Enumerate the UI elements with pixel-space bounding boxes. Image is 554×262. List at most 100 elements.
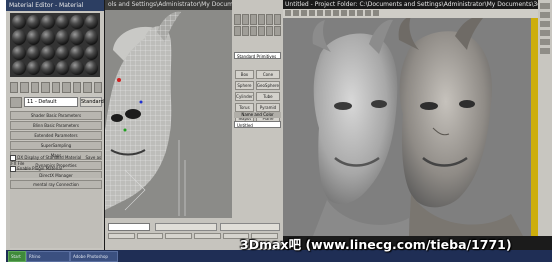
cone-button[interactable]: Cone — [255, 70, 280, 79]
lights-icon[interactable] — [250, 25, 257, 36]
rollout-blinn-basic[interactable]: Blinn Basic Parameters — [10, 121, 102, 130]
toolbar-icon[interactable] — [325, 10, 331, 16]
toolbar-icon[interactable] — [293, 10, 299, 16]
sphere-button[interactable]: Sphere — [235, 81, 254, 90]
panel-icon[interactable] — [540, 30, 550, 36]
toolbar-icon[interactable] — [357, 10, 363, 16]
material-slot[interactable] — [12, 15, 26, 30]
pyramid-button[interactable]: Pyramid — [255, 103, 280, 112]
box-button[interactable]: Box — [235, 70, 254, 79]
material-slot[interactable] — [26, 60, 40, 75]
material-slot[interactable] — [41, 30, 55, 45]
start-button[interactable]: Start — [8, 251, 26, 262]
spacewarps-icon[interactable] — [274, 25, 281, 36]
shapes-icon[interactable] — [242, 25, 249, 36]
toolbar-icon[interactable] — [301, 10, 307, 16]
material-slot[interactable] — [55, 30, 69, 45]
rollout-extended[interactable]: Extended Parameters — [10, 131, 102, 140]
material-editor-window: Material Editor - Material 11 - Default … — [6, 0, 104, 250]
primitive-type-dropdown[interactable]: Standard Primitives — [234, 52, 281, 59]
toolbar-icon[interactable] — [365, 10, 371, 16]
coordinate-field[interactable] — [155, 223, 217, 231]
material-slot[interactable] — [41, 60, 55, 75]
geometry-icon[interactable] — [234, 25, 241, 36]
modify-tab-icon[interactable] — [242, 14, 249, 25]
toolbar-icon[interactable] — [333, 10, 339, 16]
panel-icon[interactable] — [540, 48, 550, 54]
enable-plugin-checkbox[interactable] — [10, 166, 16, 172]
put-to-scene-icon[interactable] — [20, 82, 29, 93]
control-button[interactable] — [108, 233, 135, 239]
eyedropper-icon[interactable] — [10, 96, 22, 108]
get-material-icon[interactable] — [10, 82, 19, 93]
name-color-rollout[interactable]: Name and Color — [234, 112, 281, 118]
panel-icon[interactable] — [540, 21, 550, 27]
material-slot[interactable] — [70, 60, 84, 75]
material-slot[interactable] — [12, 60, 26, 75]
viewport-render[interactable]: Untitled - Project Folder: C:\Documents … — [283, 0, 538, 236]
toolbar-icon[interactable] — [285, 10, 291, 16]
material-slot[interactable] — [55, 60, 69, 75]
material-effects-icon[interactable] — [83, 82, 92, 93]
rollout-shader-basic[interactable]: Shader Basic Parameters — [10, 111, 102, 120]
material-slot[interactable] — [84, 15, 98, 30]
material-name-row: 11 - Default Standard — [10, 96, 104, 108]
assign-material-icon[interactable] — [30, 82, 40, 93]
reset-map-icon[interactable] — [41, 82, 50, 93]
toolbar-icon[interactable] — [373, 10, 379, 16]
unique-icon[interactable] — [62, 82, 71, 93]
rollout-mental-ray[interactable]: mental ray Connection — [10, 180, 102, 189]
cameras-icon[interactable] — [258, 25, 265, 36]
material-type-button[interactable]: Standard — [80, 97, 104, 107]
object-name-field[interactable]: Untitled — [234, 121, 281, 128]
tube-button[interactable]: Tube — [255, 92, 280, 101]
material-slot[interactable] — [84, 60, 98, 75]
material-toolbar — [10, 82, 102, 94]
material-slot[interactable] — [12, 45, 26, 60]
material-slot[interactable] — [70, 45, 84, 60]
material-slot[interactable] — [26, 30, 40, 45]
toolbar-icon[interactable] — [317, 10, 323, 16]
viewport-wireframe[interactable]: ols and Settings\Administrator\My Docume… — [105, 0, 232, 218]
panel-icon[interactable] — [540, 12, 550, 18]
rollout-supersampling[interactable]: SuperSampling — [10, 141, 102, 150]
motion-tab-icon[interactable] — [258, 14, 265, 25]
display-tab-icon[interactable] — [266, 14, 273, 25]
utilities-tab-icon[interactable] — [274, 14, 281, 25]
material-slot[interactable] — [41, 15, 55, 30]
show-map-icon[interactable] — [93, 82, 102, 93]
material-name-field[interactable]: 11 - Default — [24, 97, 78, 107]
hierarchy-tab-icon[interactable] — [250, 14, 257, 25]
taskbar-item-rhino[interactable]: Rhino — [26, 251, 70, 262]
control-button[interactable] — [194, 233, 221, 239]
copy-material-icon[interactable] — [51, 82, 61, 93]
material-slot[interactable] — [55, 15, 69, 30]
panel-icon[interactable] — [540, 3, 550, 9]
material-slot[interactable] — [84, 30, 98, 45]
material-slot[interactable] — [84, 45, 98, 60]
control-button[interactable] — [165, 233, 193, 239]
grid-field[interactable] — [220, 223, 280, 231]
toolbar-icon[interactable] — [349, 10, 355, 16]
geosphere-button[interactable]: GeoSphere — [255, 81, 280, 90]
material-slot[interactable] — [70, 15, 84, 30]
selection-field[interactable] — [108, 223, 150, 231]
material-slot[interactable] — [26, 15, 40, 30]
toolbar-icon[interactable] — [309, 10, 315, 16]
cylinder-button[interactable]: Cylinder — [235, 92, 254, 101]
material-slot[interactable] — [70, 30, 84, 45]
put-to-library-icon[interactable] — [72, 82, 82, 93]
material-slot[interactable] — [12, 30, 26, 45]
viewport-left-title: ols and Settings\Administrator\My Docume… — [105, 0, 232, 10]
toolbar-icon[interactable] — [341, 10, 347, 16]
helpers-icon[interactable] — [266, 25, 273, 36]
material-slot[interactable] — [41, 45, 55, 60]
material-slot[interactable] — [26, 45, 40, 60]
shaded-heads-model — [283, 18, 538, 236]
control-button[interactable] — [136, 233, 164, 239]
taskbar-item-photoshop[interactable]: Adobe Photoshop — [70, 251, 118, 262]
material-slot[interactable] — [55, 45, 69, 60]
torus-button[interactable]: Torus — [235, 103, 254, 112]
panel-icon[interactable] — [540, 39, 550, 45]
create-tab-icon[interactable] — [234, 14, 241, 25]
